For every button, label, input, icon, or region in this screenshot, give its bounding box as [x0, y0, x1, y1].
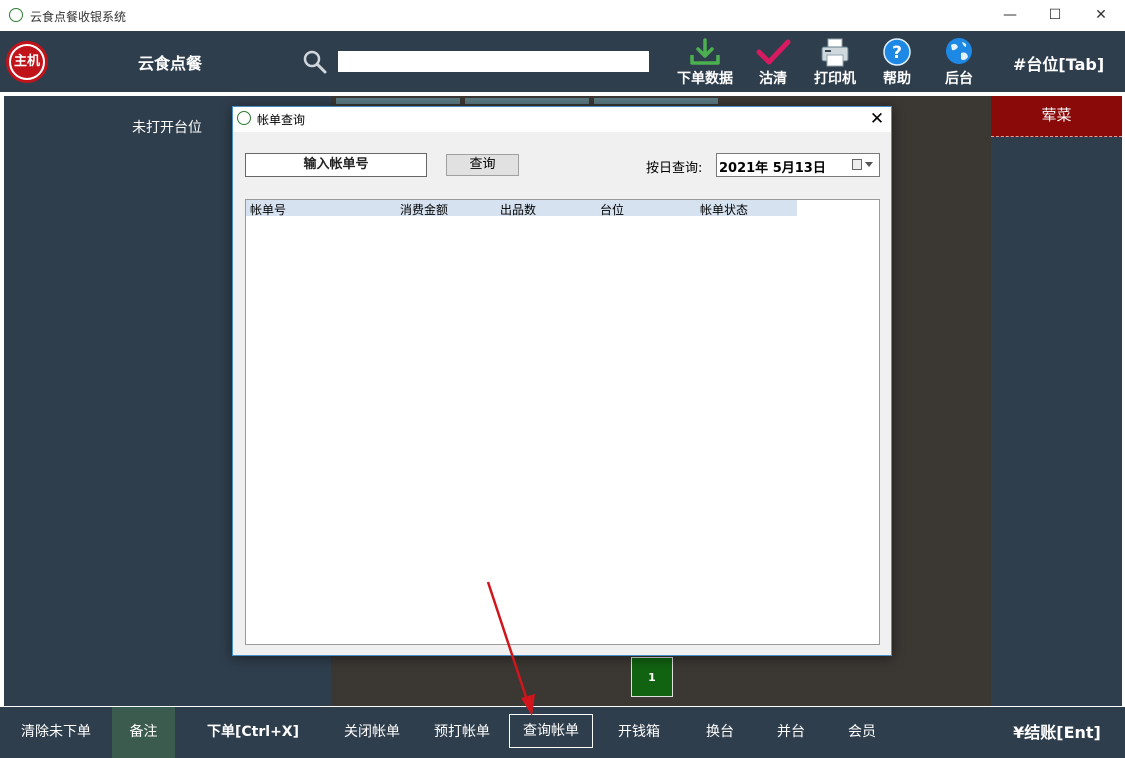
search-icon[interactable] — [302, 49, 328, 75]
bill-table[interactable] — [245, 199, 880, 645]
printer-button[interactable]: 打印机 — [800, 37, 870, 89]
table-tile[interactable] — [594, 98, 718, 104]
table-tab-shortcut[interactable]: #台位[Tab] — [1013, 51, 1104, 75]
chevron-down-icon[interactable] — [865, 162, 873, 167]
help-label: 帮助 — [883, 71, 911, 87]
backend-button[interactable]: 后台 — [924, 37, 994, 89]
download-icon — [690, 38, 720, 65]
checkmark-icon — [756, 39, 791, 65]
column-status[interactable]: 帐单状态 — [700, 201, 748, 218]
search-input[interactable] — [338, 51, 649, 72]
host-badge-label: 主机 — [11, 46, 43, 78]
change-table-button[interactable]: 换台 — [694, 707, 746, 758]
help-icon: ? — [883, 38, 911, 66]
maximize-button[interactable]: ☐ — [1032, 0, 1078, 31]
place-order-button[interactable]: 下单[Ctrl+X] — [196, 707, 310, 758]
query-bill-button[interactable]: 查询帐单 — [509, 714, 593, 748]
unopened-tables-label[interactable]: 未打开台位 — [132, 117, 202, 137]
checkout-button[interactable]: ¥结账[Ent] — [1005, 707, 1109, 758]
date-value: 2021年 5月13日 — [719, 161, 826, 176]
globe-icon — [946, 38, 972, 64]
backend-label: 后台 — [945, 71, 973, 87]
open-cash-drawer-button[interactable]: 开钱箱 — [609, 707, 669, 758]
dialog-logo-icon — [237, 111, 251, 125]
app-logo-icon — [9, 8, 23, 22]
page-button[interactable]: 1 — [631, 657, 673, 697]
sold-out-button[interactable]: 沽清 — [738, 37, 808, 89]
sold-out-label: 沽清 — [759, 71, 787, 87]
column-item-count[interactable]: 出品数 — [500, 201, 536, 218]
printer-label: 打印机 — [814, 71, 856, 87]
calendar-icon[interactable] — [852, 159, 862, 170]
category-tab-meat[interactable]: 荤菜 — [991, 96, 1122, 137]
close-button[interactable]: ✕ — [1078, 0, 1124, 31]
minimize-button[interactable]: — — [987, 0, 1033, 31]
svg-text:?: ? — [892, 43, 902, 63]
dialog-titlebar — [233, 107, 891, 132]
column-bill-no[interactable]: 帐单号 — [250, 201, 286, 218]
table-tile[interactable] — [465, 98, 589, 104]
note-button[interactable]: 备注 — [112, 707, 175, 758]
merge-table-button[interactable]: 并台 — [765, 707, 817, 758]
annotation-arrow — [486, 581, 535, 716]
category-panel — [991, 96, 1122, 706]
date-query-label: 按日查询: — [646, 161, 703, 176]
help-button[interactable]: ? 帮助 — [862, 37, 932, 89]
query-button[interactable]: 查询 — [446, 154, 519, 176]
dialog-close-button[interactable]: ✕ — [863, 107, 891, 132]
member-button[interactable]: 会员 — [836, 707, 888, 758]
window-titlebar — [0, 0, 1125, 32]
order-data-button[interactable]: 下单数据 — [670, 37, 740, 89]
brand-title: 云食点餐 — [138, 54, 203, 73]
table-tile[interactable] — [336, 98, 460, 104]
bill-number-input[interactable]: 输入帐单号 — [245, 153, 427, 177]
clear-unordered-button[interactable]: 清除未下单 — [10, 707, 102, 758]
order-data-label: 下单数据 — [677, 71, 733, 87]
dialog-title: 帐单查询 — [257, 113, 306, 127]
window-title: 云食点餐收银系统 — [30, 10, 127, 24]
column-table[interactable]: 台位 — [600, 201, 624, 218]
printer-icon — [821, 38, 849, 67]
close-bill-button[interactable]: 关闭帐单 — [336, 707, 408, 758]
column-amount[interactable]: 消费金额 — [400, 201, 448, 218]
